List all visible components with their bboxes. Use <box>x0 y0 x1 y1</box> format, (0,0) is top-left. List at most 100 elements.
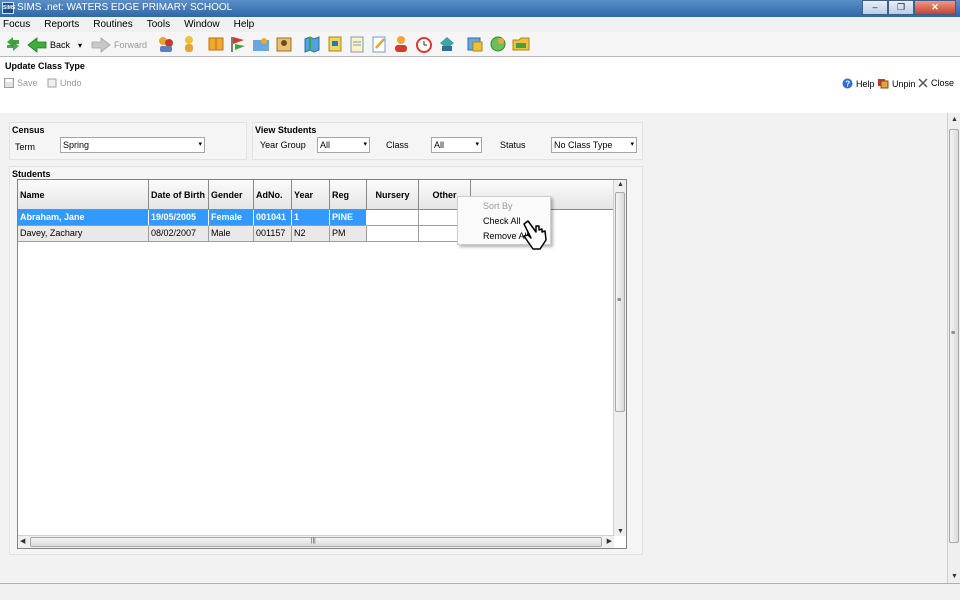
menu-sort-by[interactable]: Sort By <box>483 201 513 211</box>
page-vertical-scrollbar[interactable]: ▲ ≡ ▼ <box>947 113 960 583</box>
flag-icon[interactable] <box>229 35 247 53</box>
sims-app-icon: SIMS <box>2 2 15 14</box>
column-header-adno[interactable]: AdNo. <box>254 180 292 210</box>
user-group-icon[interactable] <box>392 35 410 53</box>
cell-dob[interactable]: 08/02/2007 <box>149 226 209 242</box>
student-card-icon[interactable] <box>275 35 293 53</box>
forward-arrow-icon <box>91 37 111 53</box>
folder-icon[interactable] <box>512 35 530 53</box>
window-title: SIMS .net: WATERS EDGE PRIMARY SCHOOL <box>17 2 233 13</box>
cell-adno[interactable]: 001041 <box>254 210 292 226</box>
scroll-down-icon[interactable]: ▼ <box>617 528 624 535</box>
class-select[interactable]: All ▾ <box>431 137 482 153</box>
book-icon[interactable] <box>207 35 225 53</box>
folder-people-icon[interactable] <box>252 35 270 53</box>
term-label: Term <box>15 142 35 152</box>
column-header-dob[interactable]: Date of Birth <box>149 180 209 210</box>
scroll-right-icon[interactable]: ▶ <box>607 537 612 545</box>
panel-header: Update Class Type Save Undo ? Help Unpin… <box>0 57 960 113</box>
person-icon[interactable] <box>180 35 198 53</box>
undo-icon <box>47 78 57 88</box>
class-value: All <box>434 140 445 150</box>
chevron-down-icon: ▾ <box>198 141 202 148</box>
save-button[interactable]: Save <box>4 78 38 88</box>
help-button[interactable]: ? Help <box>842 78 875 89</box>
term-select[interactable]: Spring ▾ <box>60 137 205 153</box>
back-button[interactable]: Back <box>27 36 70 54</box>
scroll-up-icon[interactable]: ▲ <box>617 181 624 188</box>
menu-focus[interactable]: Focus <box>0 19 41 30</box>
scroll-up-icon[interactable]: ▲ <box>951 116 958 123</box>
forward-button[interactable]: Forward <box>91 36 147 54</box>
window-controls: – ❐ ✕ <box>862 0 956 15</box>
title-bar: SIMS SIMS .net: WATERS EDGE PRIMARY SCHO… <box>0 0 960 17</box>
chevron-down-icon: ▾ <box>630 141 634 148</box>
cell-nursery-checkbox[interactable] <box>367 210 419 226</box>
menu-check-all[interactable]: Check All <box>483 216 521 226</box>
undo-label: Undo <box>60 78 82 88</box>
cell-nursery-checkbox[interactable] <box>367 226 419 242</box>
people-icon[interactable] <box>157 35 175 53</box>
edit-document-icon[interactable] <box>370 35 388 53</box>
status-select[interactable]: No Class Type ▾ <box>551 137 637 153</box>
column-header-nursery[interactable]: Nursery <box>367 180 419 210</box>
column-header-gender[interactable]: Gender <box>209 180 254 210</box>
undo-button[interactable]: Undo <box>47 78 82 88</box>
minimize-button[interactable]: – <box>862 0 888 15</box>
view-students-title: View Students <box>255 125 317 135</box>
close-window-button[interactable]: ✕ <box>914 0 956 15</box>
refresh-arrows-icon[interactable] <box>4 35 22 53</box>
scroll-down-icon[interactable]: ▼ <box>951 573 958 580</box>
cell-adno[interactable]: 001157 <box>254 226 292 242</box>
scroll-left-icon[interactable]: ◀ <box>20 537 25 545</box>
table-row[interactable]: Abraham, Jane 19/05/2005 Female 001041 1… <box>18 210 471 226</box>
clipboard-icon[interactable] <box>348 35 366 53</box>
cell-reg[interactable]: PINE <box>330 210 367 226</box>
globe-icon[interactable] <box>489 35 507 53</box>
grid-horizontal-scrollbar[interactable]: ◀ ||| ▶ <box>18 535 614 548</box>
transfer-icon[interactable] <box>438 35 456 53</box>
year-group-value: All <box>320 140 331 150</box>
cell-name[interactable]: Davey, Zachary <box>18 226 149 242</box>
cell-year[interactable]: N2 <box>292 226 330 242</box>
unpin-icon <box>878 79 889 89</box>
year-group-label: Year Group <box>260 140 306 150</box>
column-header-name[interactable]: Name <box>18 180 149 210</box>
status-label: Status <box>500 140 526 150</box>
cell-dob[interactable]: 19/05/2005 <box>149 210 209 226</box>
page-vertical-thumb[interactable]: ≡ <box>949 129 959 543</box>
menu-help[interactable]: Help <box>231 19 266 30</box>
menu-tools[interactable]: Tools <box>144 19 181 30</box>
menu-reports[interactable]: Reports <box>41 19 90 30</box>
grid-vertical-scrollbar[interactable]: ▲ ≡ ▼ <box>613 180 626 536</box>
status-bar <box>0 583 960 600</box>
year-group-select[interactable]: All ▾ <box>317 137 370 153</box>
menu-window[interactable]: Window <box>181 19 231 30</box>
cell-gender[interactable]: Female <box>209 210 254 226</box>
students-title: Students <box>12 169 51 179</box>
grip-icon: ≡ <box>617 297 622 304</box>
cell-reg[interactable]: PM <box>330 226 367 242</box>
class-label: Class <box>386 140 409 150</box>
grid-horizontal-thumb[interactable]: ||| <box>30 537 602 547</box>
unpin-button[interactable]: Unpin <box>877 78 916 89</box>
clock-icon[interactable] <box>415 35 433 53</box>
forward-label: Forward <box>114 40 148 50</box>
cell-name[interactable]: Abraham, Jane <box>18 210 149 226</box>
notebook-icon[interactable] <box>326 35 344 53</box>
menu-routines[interactable]: Routines <box>90 19 143 30</box>
cell-gender[interactable]: Male <box>209 226 254 242</box>
close-label: Close <box>931 78 955 88</box>
report-icon[interactable] <box>466 35 484 53</box>
cell-year[interactable]: 1 <box>292 210 330 226</box>
table-row[interactable]: Davey, Zachary 08/02/2007 Male 001157 N2… <box>18 226 471 242</box>
maximize-button[interactable]: ❐ <box>888 0 914 15</box>
map-icon[interactable] <box>303 35 321 53</box>
chevron-down-icon: ▾ <box>363 141 367 148</box>
main-toolbar: Back ▾ Forward <box>0 32 960 57</box>
column-header-reg[interactable]: Reg <box>330 180 367 210</box>
grid-vertical-thumb[interactable]: ≡ <box>615 192 625 412</box>
column-header-year[interactable]: Year <box>292 180 330 210</box>
close-panel-button[interactable]: Close <box>918 78 954 88</box>
back-dropdown-icon[interactable]: ▾ <box>78 36 82 54</box>
